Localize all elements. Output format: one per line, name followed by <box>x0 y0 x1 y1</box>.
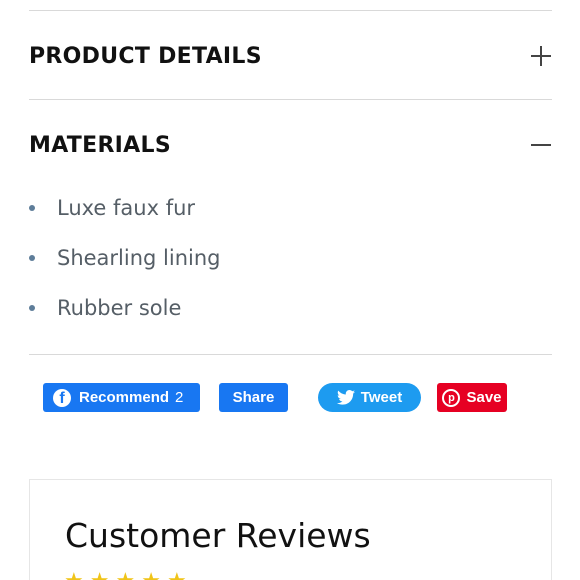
accordion-product-details[interactable]: PRODUCT DETAILS <box>29 36 552 76</box>
star-icon: ★ <box>115 571 135 580</box>
save-label: Save <box>466 389 502 406</box>
reviews-title: Customer Reviews <box>65 516 371 555</box>
product-page: PRODUCT DETAILS MATERIALS Luxe faux fur … <box>0 0 580 580</box>
star-icon: ★ <box>90 571 110 580</box>
star-icon: ★ <box>167 571 187 580</box>
customer-reviews-section: Customer Reviews ★ ★ ★ ★ ★ <box>29 479 552 580</box>
bullet-icon <box>29 305 35 311</box>
bullet-icon <box>29 255 35 261</box>
minus-icon[interactable] <box>531 135 551 155</box>
divider-materials <box>29 354 552 355</box>
divider-top <box>29 10 552 11</box>
pinterest-save-button[interactable]: p Save <box>437 383 507 412</box>
pinterest-icon: p <box>442 388 461 407</box>
recommend-label: Recommend <box>79 389 170 406</box>
material-label: Shearling lining <box>57 246 221 270</box>
recommend-count: 2 <box>175 389 184 406</box>
facebook-icon: f <box>53 388 71 407</box>
list-item: Luxe faux fur <box>29 190 221 240</box>
star-icon: ★ <box>141 571 161 580</box>
plus-icon[interactable] <box>531 46 551 66</box>
facebook-share-button[interactable]: Share <box>219 383 288 412</box>
material-label: Rubber sole <box>57 296 182 320</box>
materials-list: Luxe faux fur Shearling lining Rubber so… <box>29 190 221 340</box>
star-icon: ★ <box>64 571 84 580</box>
share-buttons-row: f Recommend 2 Share Tweet p Save <box>0 383 580 413</box>
tweet-label: Tweet <box>360 389 403 406</box>
tweet-button[interactable]: Tweet <box>318 383 421 412</box>
divider-product-details <box>29 99 552 100</box>
list-item: Rubber sole <box>29 290 221 340</box>
material-label: Luxe faux fur <box>57 196 196 220</box>
accordion-materials[interactable]: MATERIALS <box>29 125 552 165</box>
materials-title: MATERIALS <box>29 132 171 158</box>
bullet-icon <box>29 205 35 211</box>
product-details-title: PRODUCT DETAILS <box>29 43 262 69</box>
rating-stars: ★ ★ ★ ★ ★ <box>64 571 187 580</box>
twitter-bird-icon <box>336 390 355 405</box>
share-label: Share <box>232 389 275 406</box>
facebook-recommend-button[interactable]: f Recommend 2 <box>43 383 200 412</box>
list-item: Shearling lining <box>29 240 221 290</box>
